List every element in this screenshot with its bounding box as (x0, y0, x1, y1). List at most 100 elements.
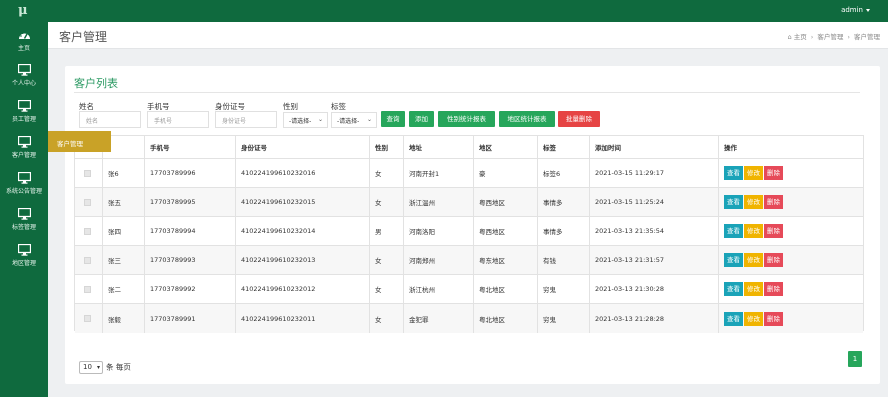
sidebar-flyout-customers[interactable]: 客户管理 (48, 131, 111, 152)
page-size-value: 10 (83, 363, 92, 371)
gender-cell: 女 (369, 188, 403, 216)
edit-button[interactable]: 修改 (744, 195, 763, 209)
gender-cell: 女 (369, 159, 403, 187)
home-icon: ⌂ (787, 33, 792, 41)
sidebar-item-label: 系统公告管理 (5, 188, 42, 195)
query-button[interactable]: 查询 (381, 111, 405, 127)
view-button[interactable]: 查看 (724, 195, 743, 209)
page-header: 客户管理 ⌂ 主页 › 客户管理 › 客户管理 (48, 22, 888, 49)
address-cell: 浙江杭州 (403, 275, 473, 303)
col-actions-header: 操作 (718, 136, 863, 158)
delete-button[interactable]: 删除 (764, 195, 783, 209)
row-checkbox[interactable] (84, 256, 91, 264)
name-cell: 张6 (102, 159, 144, 187)
actions-cell: 查看 修改 删除 (718, 304, 863, 333)
view-button[interactable]: 查看 (724, 311, 743, 326)
delete-button[interactable]: 删除 (764, 253, 783, 267)
name-cell: 张二 (102, 275, 144, 303)
sidebar-item-home[interactable]: 主页 (0, 25, 48, 57)
add-button[interactable]: 添加 (409, 111, 434, 127)
page-title: 客户管理 (59, 30, 108, 44)
idcard-cell: 410224199610232015 (235, 188, 369, 216)
table-row: 张四 17703789994 410224199610232014 男 河南洛阳… (75, 217, 863, 246)
sidebar-item-staff[interactable]: 员工管理 (0, 96, 48, 128)
phone-cell: 17703789992 (144, 275, 235, 303)
name-input[interactable]: 姓名 (79, 111, 141, 128)
app-logo[interactable]: μ (18, 3, 28, 18)
sidebar-item-label: 客户管理 (11, 152, 36, 159)
top-bar: μ admin (0, 0, 888, 22)
gender-cell: 女 (369, 275, 403, 303)
view-button[interactable]: 查看 (724, 282, 743, 296)
card-title: 客户列表 (74, 77, 118, 90)
region-cell: 粤西地区 (473, 188, 537, 216)
delete-button[interactable]: 删除 (764, 282, 783, 296)
tag-select[interactable]: -请选择- ⌄ (331, 112, 377, 128)
monitor-icon (18, 172, 31, 184)
delete-button[interactable]: 删除 (764, 166, 783, 180)
chevron-right-icon: › (847, 33, 850, 41)
view-button[interactable]: 查看 (724, 166, 743, 180)
col-phone-header: 手机号 (144, 136, 235, 158)
row-checkbox[interactable] (84, 198, 91, 206)
time-cell: 2021-03-15 11:25:24 (589, 188, 718, 216)
row-checkbox[interactable] (84, 315, 91, 322)
view-button[interactable]: 查看 (724, 253, 743, 267)
user-name: admin (841, 6, 863, 14)
actions-cell: 查看 修改 删除 (718, 188, 863, 216)
chevron-down-icon: ▾ (96, 364, 100, 371)
gender-select-value: -请选择- (289, 118, 312, 125)
idcard-cell: 410224199610232013 (235, 246, 369, 274)
time-cell: 2021-03-13 21:35:54 (589, 217, 718, 245)
chevron-right-icon: › (810, 33, 814, 41)
edit-button[interactable]: 修改 (744, 282, 763, 296)
edit-button[interactable]: 修改 (744, 311, 763, 326)
delete-button[interactable]: 删除 (764, 311, 783, 326)
actions-cell: 查看 修改 删除 (718, 217, 863, 245)
row-checkbox[interactable] (84, 169, 91, 177)
sidebar-item-tags[interactable]: 标签管理 (0, 204, 48, 236)
sidebar-item-label: 地区管理 (11, 260, 36, 267)
time-cell: 2021-03-15 11:29:17 (589, 159, 718, 187)
region-cell: 粤东地区 (473, 246, 537, 274)
sidebar-item-profile[interactable]: 个人中心 (0, 60, 48, 92)
col-tag-header: 标签 (537, 136, 589, 158)
idcard-input[interactable]: 身份证号 (215, 111, 277, 128)
tag-cell: 穷鬼 (537, 304, 589, 333)
view-button[interactable]: 查看 (724, 224, 743, 238)
edit-button[interactable]: 修改 (744, 166, 763, 180)
page-number-button[interactable]: 1 (848, 351, 862, 367)
phone-cell: 17703789996 (144, 159, 235, 187)
gender-report-button[interactable]: 性别统计报表 (438, 111, 495, 127)
page-size-select[interactable]: 10 ▾ (79, 361, 103, 374)
breadcrumb-current: 客户管理 (854, 33, 880, 41)
row-select-cell (75, 304, 102, 333)
row-checkbox[interactable] (84, 227, 91, 235)
edit-button[interactable]: 修改 (744, 224, 763, 238)
phone-input[interactable]: 手机号 (147, 111, 209, 128)
dashboard-icon (19, 31, 30, 39)
monitor-icon (18, 100, 31, 112)
sidebar-item-regions[interactable]: 地区管理 (0, 240, 48, 272)
monitor-icon (18, 208, 31, 220)
edit-button[interactable]: 修改 (744, 253, 763, 267)
user-menu[interactable]: admin (841, 6, 870, 14)
region-cell: 豪 (473, 159, 537, 187)
gender-select[interactable]: -请选择- ⌄ (283, 112, 328, 128)
sidebar-item-notices[interactable]: 系统公告管理 (0, 168, 48, 200)
batch-delete-button[interactable]: 批量删除 (558, 111, 600, 127)
table-row: 张二 17703789992 410224199610232012 女 浙江杭州… (75, 275, 863, 304)
phone-cell: 17703789993 (144, 246, 235, 274)
row-select-cell (75, 159, 102, 187)
table-row: 张6 17703789996 410224199610232016 女 河南开封… (75, 159, 863, 188)
region-report-button[interactable]: 地区统计报表 (499, 111, 555, 127)
delete-button[interactable]: 删除 (764, 224, 783, 238)
breadcrumb-section[interactable]: 客户管理 (817, 33, 843, 41)
row-select-cell (75, 246, 102, 274)
idcard-cell: 410224199610232014 (235, 217, 369, 245)
divider (74, 92, 860, 93)
sidebar-item-customers[interactable]: 客户管理 (0, 132, 48, 164)
breadcrumb-home[interactable]: 主页 (794, 33, 807, 41)
row-checkbox[interactable] (84, 285, 91, 293)
tag-cell: 有钱 (537, 246, 589, 274)
